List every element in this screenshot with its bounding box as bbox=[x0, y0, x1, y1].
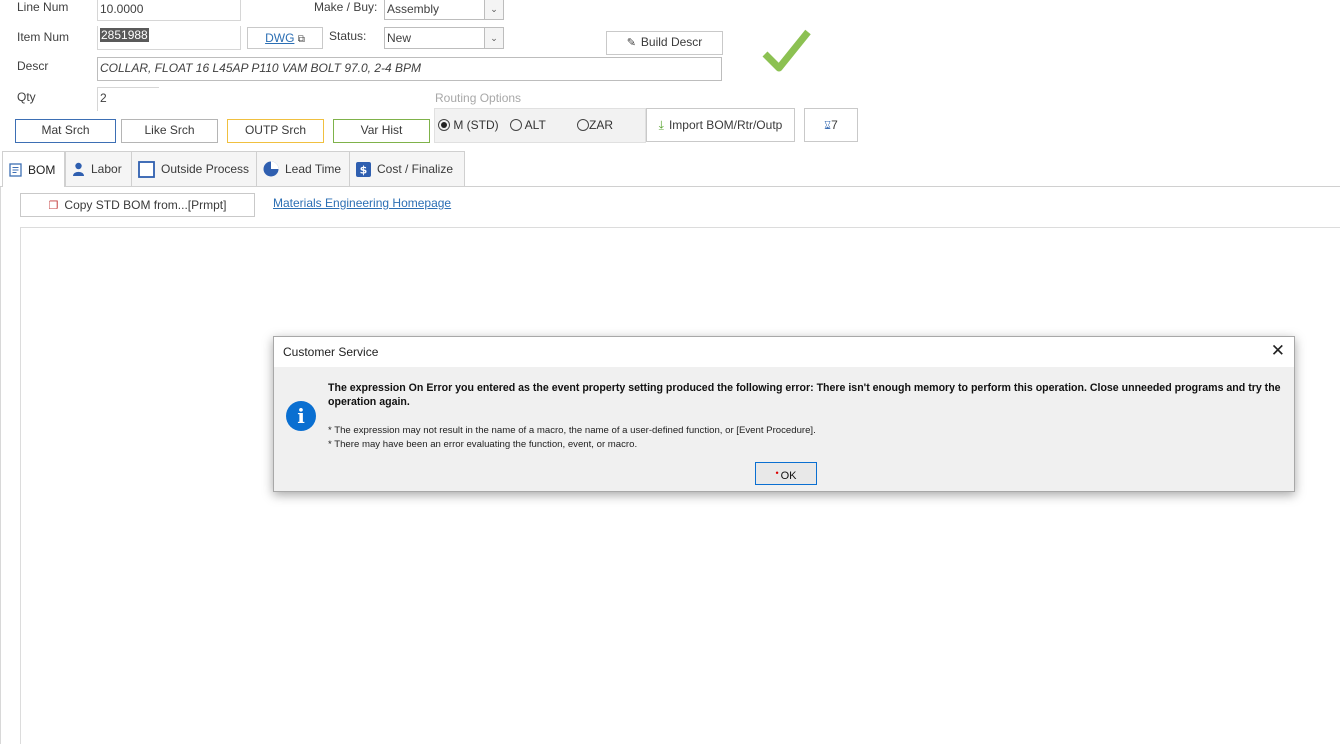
copy-icon: ❐ bbox=[48, 200, 59, 212]
line-num-field[interactable]: 10.0000 bbox=[97, 0, 241, 21]
info-icon: i bbox=[286, 401, 316, 431]
build-descr-button[interactable]: ✎ Build Descr bbox=[606, 31, 723, 55]
mat-srch-button[interactable]: Mat Srch bbox=[15, 119, 116, 143]
make-buy-value: Assembly bbox=[387, 2, 440, 16]
dialog-detail-line: * The expression may not result in the n… bbox=[328, 425, 816, 436]
clock-icon bbox=[263, 161, 279, 177]
list-doc-icon bbox=[9, 162, 22, 177]
dwg-button[interactable]: DWG ⧉ bbox=[247, 27, 323, 49]
dialog-title: Customer Service bbox=[283, 345, 379, 359]
chevron-down-icon[interactable]: ⌄ bbox=[484, 0, 504, 20]
dwg-link[interactable]: DWG bbox=[265, 31, 294, 45]
item-num-value: 2851988 bbox=[100, 28, 149, 42]
routing-option-m-std[interactable]: M (STD) bbox=[438, 118, 499, 132]
hourglass-count: 7 bbox=[831, 118, 838, 132]
make-buy-label: Make / Buy: bbox=[314, 0, 378, 14]
copy-std-bom-label: Copy STD BOM from...[Prmpt] bbox=[64, 198, 227, 212]
radio-icon[interactable] bbox=[577, 119, 589, 131]
square-icon bbox=[138, 160, 155, 178]
tab-cost-finalize[interactable]: $ Cost / Finalize bbox=[349, 151, 465, 186]
item-num-label: Item Num bbox=[17, 30, 70, 44]
tab-label: Lead Time bbox=[285, 162, 342, 176]
tab-bom[interactable]: BOM bbox=[2, 151, 65, 187]
external-link-icon: ⧉ bbox=[297, 34, 305, 45]
routing-option-label: M (STD) bbox=[453, 118, 499, 132]
routing-option-alt[interactable]: ALT bbox=[510, 118, 546, 132]
descr-label: Descr bbox=[17, 59, 49, 73]
routing-option-zar[interactable]: ZAR bbox=[577, 118, 613, 132]
qty-field[interactable]: 2 bbox=[97, 87, 159, 111]
tab-labor[interactable]: Labor bbox=[65, 151, 132, 186]
make-buy-select[interactable]: Assembly ⌄ bbox=[384, 0, 504, 20]
line-num-label: Line Num bbox=[17, 0, 69, 14]
routing-options-label: Routing Options bbox=[435, 91, 522, 105]
tab-label: Cost / Finalize bbox=[377, 162, 454, 176]
close-icon[interactable]: ✕ bbox=[1271, 342, 1285, 360]
item-num-field[interactable]: 2851988 bbox=[97, 26, 241, 50]
status-select[interactable]: New ⌄ bbox=[384, 27, 504, 49]
person-icon bbox=[72, 162, 85, 177]
outp-srch-button[interactable]: OUTP Srch bbox=[227, 119, 324, 143]
status-label: Status: bbox=[329, 29, 367, 43]
hourglass-button[interactable]: ⌛︎7 bbox=[804, 108, 858, 142]
svg-text:$: $ bbox=[360, 163, 368, 176]
like-srch-button[interactable]: Like Srch bbox=[121, 119, 218, 143]
pencil-icon: ✎ bbox=[626, 37, 636, 49]
ok-button[interactable]: • OK bbox=[755, 462, 817, 485]
dialog-message: The expression On Error you entered as t… bbox=[328, 382, 1281, 408]
checkmark-icon bbox=[762, 28, 812, 76]
tab-label: Labor bbox=[91, 162, 122, 176]
error-dialog: Customer Service ✕ i The expression On E… bbox=[273, 336, 1295, 492]
focus-dot-icon: • bbox=[775, 468, 779, 478]
import-bom-button[interactable]: ⤓ Import BOM/Rtr/Outp bbox=[646, 108, 795, 142]
download-icon: ⤓ bbox=[658, 118, 664, 132]
radio-selected-icon[interactable] bbox=[438, 119, 450, 131]
routing-option-label: ALT bbox=[524, 118, 546, 132]
materials-engineering-homepage-link[interactable]: Materials Engineering Homepage bbox=[273, 196, 451, 210]
radio-icon[interactable] bbox=[510, 119, 522, 131]
import-bom-label: Import BOM/Rtr/Outp bbox=[668, 118, 783, 132]
dialog-details: * The expression may not result in the n… bbox=[328, 424, 816, 452]
build-descr-label: Build Descr bbox=[640, 35, 703, 49]
routing-option-label: ZAR bbox=[589, 118, 613, 132]
status-value: New bbox=[387, 31, 412, 45]
dialog-titlebar: Customer Service ✕ bbox=[274, 337, 1294, 367]
ok-label: OK bbox=[780, 470, 797, 482]
tab-label: Outside Process bbox=[161, 162, 250, 176]
qty-label: Qty bbox=[17, 90, 36, 104]
tab-label: BOM bbox=[28, 162, 56, 177]
tab-lead-time[interactable]: Lead Time bbox=[256, 151, 350, 186]
copy-std-bom-button[interactable]: ❐ Copy STD BOM from...[Prmpt] bbox=[20, 193, 255, 217]
dollar-icon: $ bbox=[356, 161, 371, 177]
var-hist-button[interactable]: Var Hist bbox=[333, 119, 430, 143]
tab-outside-process[interactable]: Outside Process bbox=[131, 151, 257, 186]
descr-field[interactable]: COLLAR, FLOAT 16 L45AP P110 VAM BOLT 97.… bbox=[97, 57, 722, 81]
dialog-detail-line: * There may have been an error evaluatin… bbox=[328, 439, 638, 450]
chevron-down-icon[interactable]: ⌄ bbox=[484, 27, 504, 49]
